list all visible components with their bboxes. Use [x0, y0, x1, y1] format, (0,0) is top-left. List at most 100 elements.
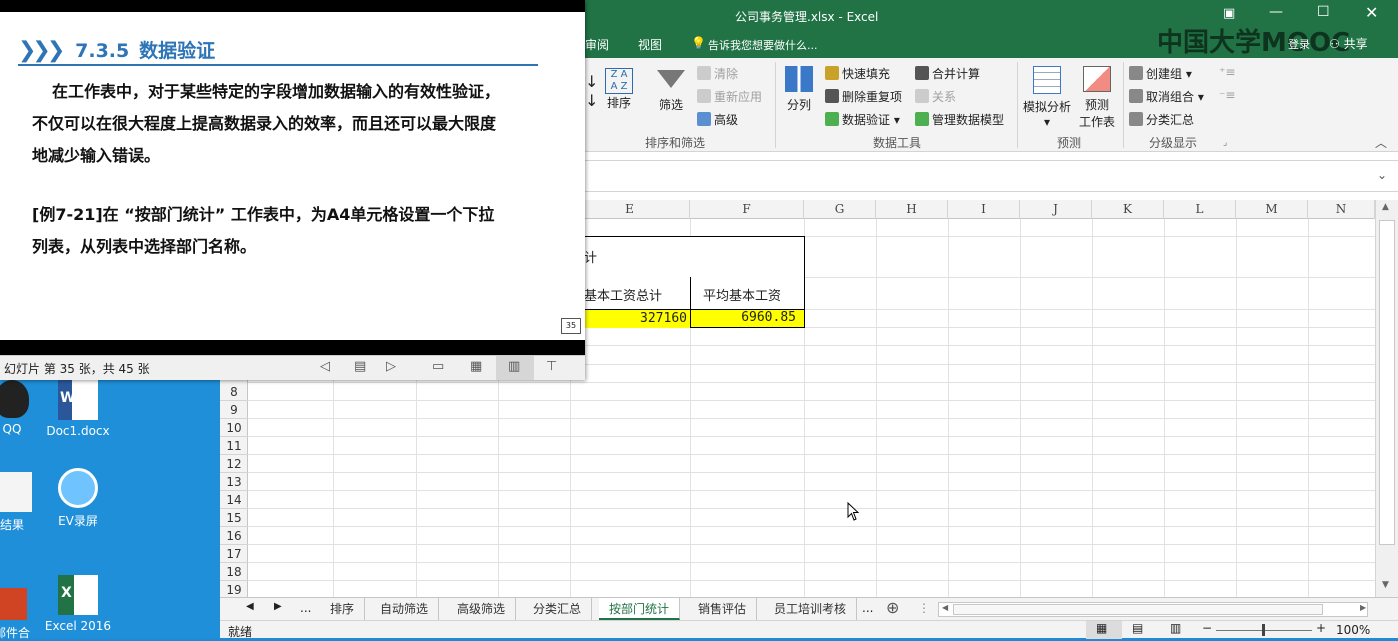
column-header-g[interactable]: G: [804, 200, 876, 219]
flash-fill-button[interactable]: 快速填充: [825, 65, 890, 82]
sheet-tab-training[interactable]: 员工培训考核: [764, 598, 858, 620]
row-header-10[interactable]: 10: [220, 419, 248, 437]
scroll-right-icon[interactable]: ▶: [1360, 603, 1366, 612]
normal-view-slide-icon[interactable]: ▭: [432, 359, 444, 374]
zoom-out-icon[interactable]: −: [1202, 621, 1212, 635]
subtotal-button[interactable]: 分类汇总: [1129, 111, 1194, 128]
sheet-tab-advanced-filter[interactable]: 高级筛选: [447, 598, 517, 620]
hscroll-thumb[interactable]: [953, 604, 1323, 615]
column-header-i[interactable]: I: [948, 200, 1020, 219]
slide-menu-icon[interactable]: ▤: [354, 359, 366, 374]
prev-sheet-icon[interactable]: ◀: [246, 601, 254, 612]
show-detail-icon[interactable]: ⁺≡: [1219, 65, 1235, 79]
desktop-icon-excel[interactable]: X Excel 2016: [38, 575, 118, 633]
next-slide-icon[interactable]: ▷: [386, 359, 396, 374]
filter-button[interactable]: 筛选: [657, 66, 685, 113]
tab-view[interactable]: 视图: [638, 36, 662, 53]
column-header-m[interactable]: M: [1236, 200, 1308, 219]
sort-asc-icon[interactable]: ↓ ↓: [585, 72, 598, 110]
desktop-icon-ev[interactable]: EV录屏: [38, 468, 118, 529]
sheet-tab-sales-eval[interactable]: 销售评估: [688, 598, 758, 620]
normal-view-button[interactable]: ▦: [1086, 621, 1122, 639]
cell-f3[interactable]: 平均基本工资: [690, 277, 805, 310]
row-header-18[interactable]: 18: [220, 563, 248, 581]
expand-formula-icon[interactable]: ⌄: [1377, 168, 1387, 182]
column-header-n[interactable]: N: [1308, 200, 1375, 219]
add-sheet-icon[interactable]: ⊕: [886, 598, 899, 617]
page-break-icon[interactable]: ▥: [1170, 621, 1181, 635]
advanced-button[interactable]: 高级: [697, 111, 738, 128]
row-header-14[interactable]: 14: [220, 491, 248, 509]
sheet-tab-by-department[interactable]: 按部门统计: [599, 598, 681, 620]
previous-slide-icon[interactable]: ◁: [320, 359, 330, 374]
row-header-12[interactable]: 12: [220, 455, 248, 473]
reapply-button[interactable]: 重新应用: [697, 88, 762, 105]
ungroup-button[interactable]: 取消组合 ▾: [1129, 88, 1204, 105]
collapse-ribbon-icon[interactable]: ︿: [1375, 134, 1387, 151]
scrollbar-thumb[interactable]: [1379, 220, 1395, 545]
table-title-cell[interactable]: 计: [578, 236, 805, 278]
sheet-tab-autofilter[interactable]: 自动筛选: [370, 598, 440, 620]
slide-sorter-icon[interactable]: ▦: [470, 359, 482, 374]
dialog-launcher-icon[interactable]: ⌟: [1223, 138, 1227, 148]
tab-review[interactable]: 审阅: [585, 36, 609, 53]
desktop-icon-doc1[interactable]: W Doc1.docx: [38, 380, 118, 438]
filter-label: 筛选: [658, 98, 683, 112]
split-handle-icon[interactable]: ⋮: [918, 601, 930, 615]
data-model-button[interactable]: 管理数据模型: [915, 111, 1004, 128]
next-sheet-icon[interactable]: ▶: [274, 601, 282, 612]
hide-detail-icon[interactable]: ⁻≡: [1219, 88, 1235, 102]
ribbon-display-icon[interactable]: ▣: [1223, 6, 1235, 21]
row-header-9[interactable]: 9: [220, 401, 248, 419]
forecast-sheet-button[interactable]: 预测 工作表: [1079, 66, 1115, 130]
relationships-button[interactable]: 关系: [915, 88, 956, 105]
cell-f4[interactable]: 6960.85: [690, 310, 805, 328]
horizontal-scrollbar[interactable]: ◀: [938, 602, 1368, 617]
close-icon[interactable]: ✕: [1365, 3, 1378, 22]
column-header-h[interactable]: H: [876, 200, 948, 219]
maximize-icon[interactable]: ☐: [1317, 4, 1330, 20]
sheet-tab-subtotal[interactable]: 分类汇总: [523, 598, 593, 620]
whatif-analysis-button[interactable]: 模拟分析 ▾: [1023, 66, 1071, 129]
cell-e3[interactable]: 基本工资总计: [578, 277, 691, 310]
row-header-8[interactable]: 8: [220, 383, 248, 401]
reading-view-button[interactable]: ▥: [496, 356, 534, 380]
scroll-down-icon[interactable]: ▼: [1382, 580, 1389, 590]
remove-duplicates-button[interactable]: 删除重复项: [825, 88, 902, 105]
minimize-icon[interactable]: —: [1269, 4, 1283, 20]
zoom-slider-thumb[interactable]: [1262, 624, 1265, 636]
page-layout-icon[interactable]: ▤: [1132, 621, 1143, 635]
more-sheets-right[interactable]: ...: [862, 601, 873, 615]
create-group-button[interactable]: 创建组 ▾: [1129, 65, 1192, 82]
column-header-f[interactable]: F: [690, 200, 804, 219]
row-header-15[interactable]: 15: [220, 509, 248, 527]
scroll-left-icon[interactable]: ◀: [942, 603, 948, 612]
row-header-17[interactable]: 17: [220, 545, 248, 563]
column-header-l[interactable]: L: [1164, 200, 1236, 219]
slideshow-icon[interactable]: ⊤: [546, 359, 557, 374]
subtotal-label: 分类汇总: [1146, 113, 1195, 127]
column-header-e[interactable]: E: [570, 200, 690, 219]
paragraph-line: [例7-21]在 “按部门统计” 工作表中，为A4单元格设置一个下拉: [32, 205, 495, 224]
row-header-16[interactable]: 16: [220, 527, 248, 545]
row-header-13[interactable]: 13: [220, 473, 248, 491]
zoom-level[interactable]: 100%: [1336, 623, 1370, 637]
row-header-11[interactable]: 11: [220, 437, 248, 455]
more-sheets-left[interactable]: ...: [300, 601, 311, 615]
scroll-up-icon[interactable]: ▲: [1382, 202, 1389, 212]
tell-me-box[interactable]: 告诉我您想要做什么...: [708, 37, 818, 53]
sort-button[interactable]: Z AA Z 排序: [605, 68, 633, 111]
cell-e4[interactable]: 327160: [578, 310, 691, 328]
vertical-scrollbar[interactable]: ▲ ▼: [1375, 200, 1398, 597]
text-to-columns-button[interactable]: 分列: [785, 66, 813, 113]
column-header-k[interactable]: K: [1092, 200, 1164, 219]
sheet-tab-sort[interactable]: 排序: [320, 598, 366, 620]
formula-bar[interactable]: ⌄: [585, 160, 1398, 192]
column-header-j[interactable]: J: [1020, 200, 1092, 219]
consolidate-button[interactable]: 合并计算: [915, 65, 980, 82]
login-link[interactable]: 登录: [1288, 36, 1310, 52]
zoom-in-icon[interactable]: +: [1316, 621, 1326, 635]
clear-button[interactable]: 清除: [697, 65, 738, 82]
share-button[interactable]: ⚇ 共享: [1329, 35, 1368, 52]
data-validation-button[interactable]: 数据验证 ▾: [825, 111, 900, 128]
